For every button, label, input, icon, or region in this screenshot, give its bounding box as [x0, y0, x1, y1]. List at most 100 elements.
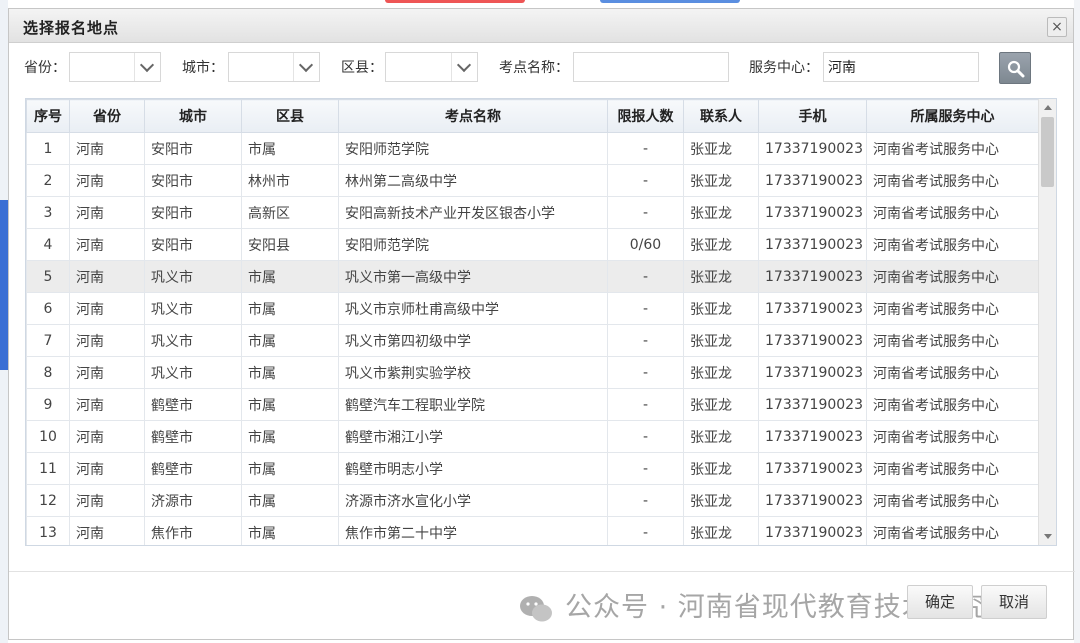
column-header[interactable]: 联系人: [683, 99, 759, 133]
wechat-icon: [520, 595, 552, 621]
table-row[interactable]: 6 河南 巩义市 市属 巩义市京师杜甫高级中学 - 张亚龙 17337190023 河南省考试服…: [26, 292, 1039, 325]
column-header[interactable]: 考点名称: [338, 99, 608, 133]
column-header[interactable]: 手机: [758, 99, 867, 133]
table-cell: 市属: [241, 292, 339, 325]
table-cell: -: [607, 420, 684, 453]
table-cell: 河南省考试服务中心: [866, 132, 1039, 165]
table-cell: -: [607, 132, 684, 165]
table-cell: 0/60: [607, 228, 684, 261]
table-cell: 巩义市: [144, 324, 242, 357]
table-cell: 河南: [69, 164, 145, 197]
column-header[interactable]: 省份: [69, 99, 145, 133]
scroll-down-arrow-icon[interactable]: [1039, 529, 1056, 545]
column-header[interactable]: 限报人数: [607, 99, 684, 133]
table-cell: 河南省考试服务中心: [866, 260, 1039, 293]
table-row[interactable]: 11 河南 鹤壁市 市属 鹤壁市明志小学 - 张亚龙 17337190023 河南省考试服务中心: [26, 452, 1039, 485]
table-cell: 河南: [69, 484, 145, 517]
table-cell: 河南: [69, 356, 145, 389]
table-cell: 河南: [69, 260, 145, 293]
dialog-header: 选择报名地点 ×: [9, 9, 1073, 43]
scroll-up-arrow-icon[interactable]: [1039, 99, 1056, 115]
table-cell: 市属: [241, 388, 339, 421]
table-cell: 巩义市京师杜甫高级中学: [338, 292, 608, 325]
cancel-button[interactable]: 取消: [981, 585, 1047, 619]
table-cell: 17337190023: [758, 516, 867, 545]
exam-site-table: 序号 省份 城市 区县 考点名称 限报人数 联系人 手机 所属服务中心 1 河南 安阳市 市属 安阳师范…: [26, 99, 1039, 545]
table-row[interactable]: 10 河南 鹤壁市 市属 鹤壁市湘江小学 - 张亚龙 17337190023 河南省考试服务中心: [26, 420, 1039, 453]
table-cell: 张亚龙: [683, 452, 759, 485]
table-cell: 焦作市: [144, 516, 242, 545]
table-cell: 鹤壁市: [144, 452, 242, 485]
filter-bar: 省份： 城市： 区县： 考点名称： 服务中心：: [9, 51, 1075, 87]
table-row[interactable]: 5 河南 巩义市 市属 巩义市第一高级中学 - 张亚龙 17337190023 河南省考试服务中…: [26, 260, 1039, 293]
table-cell: -: [607, 452, 684, 485]
table-cell: 安阳市: [144, 164, 242, 197]
table-cell: 张亚龙: [683, 420, 759, 453]
exam-site-grid: 序号 省份 城市 区县 考点名称 限报人数 联系人 手机 所属服务中心 1 河南 安阳市 市属 安阳师范…: [25, 98, 1057, 546]
city-select[interactable]: [228, 52, 320, 82]
table-cell: 市属: [241, 260, 339, 293]
table-cell: 河南省考试服务中心: [866, 228, 1039, 261]
table-cell: 河南: [69, 516, 145, 545]
column-header[interactable]: 序号: [26, 99, 70, 133]
vertical-scrollbar[interactable]: [1038, 99, 1056, 545]
table-cell: 3: [26, 196, 70, 229]
column-header[interactable]: 区县: [241, 99, 339, 133]
footer-divider: [9, 571, 1075, 572]
table-cell: 10: [26, 420, 70, 453]
table-cell: 张亚龙: [683, 484, 759, 517]
table-row[interactable]: 9 河南 鹤壁市 市属 鹤壁汽车工程职业学院 - 张亚龙 17337190023 河南省考试服务…: [26, 388, 1039, 421]
service-center-input[interactable]: [823, 52, 979, 82]
table-cell: 高新区: [241, 196, 339, 229]
table-row[interactable]: 13 河南 焦作市 市属 焦作市第二十中学 - 张亚龙 17337190023 河南省考试服务中…: [26, 516, 1039, 545]
column-header[interactable]: 城市: [144, 99, 242, 133]
table-cell: 17337190023: [758, 324, 867, 357]
table-cell: 巩义市: [144, 292, 242, 325]
table-row[interactable]: 7 河南 巩义市 市属 巩义市第四初级中学 - 张亚龙 17337190023 河南省考试服务中…: [26, 324, 1039, 357]
table-cell: 河南: [69, 228, 145, 261]
background-blue-panel: [0, 200, 8, 370]
table-cell: 安阳师范学院: [338, 132, 608, 165]
table-row[interactable]: 12 河南 济源市 市属 济源市济水宣化小学 - 张亚龙 17337190023 河南省考试服务…: [26, 484, 1039, 517]
table-row[interactable]: 4 河南 安阳市 安阳县 安阳师范学院 0/60 张亚龙 17337190023 河南省考试服务…: [26, 228, 1039, 261]
table-row[interactable]: 8 河南 巩义市 市属 巩义市紫荆实验学校 - 张亚龙 17337190023 河南省考试服务中…: [26, 356, 1039, 389]
table-cell: 市属: [241, 452, 339, 485]
service-center-label: 服务中心：: [749, 60, 819, 76]
select-registration-site-dialog: 选择报名地点 × 省份： 城市： 区县： 考点名称： 服务中心： 序号省份城市区…: [8, 8, 1075, 640]
table-cell: 张亚龙: [683, 260, 759, 293]
table-cell: 济源市: [144, 484, 242, 517]
table-row[interactable]: 3 河南 安阳市 高新区 安阳高新技术产业开发区银杏小学 - 张亚龙 17337190023 河…: [26, 196, 1039, 229]
table-cell: 张亚龙: [683, 132, 759, 165]
table-cell: 河南省考试服务中心: [866, 324, 1039, 357]
table-cell: 河南: [69, 452, 145, 485]
table-cell: 张亚龙: [683, 164, 759, 197]
scrollbar-thumb[interactable]: [1041, 117, 1054, 187]
table-cell: 9: [26, 388, 70, 421]
exam-site-input[interactable]: [573, 52, 729, 82]
table-cell: 7: [26, 324, 70, 357]
table-cell: 2: [26, 164, 70, 197]
table-cell: 张亚龙: [683, 196, 759, 229]
table-cell: 巩义市第四初级中学: [338, 324, 608, 357]
table-cell: 河南: [69, 132, 145, 165]
table-header-row: 序号 省份 城市 区县 考点名称 限报人数 联系人 手机 所属服务中心: [26, 99, 1039, 133]
table-row[interactable]: 1 河南 安阳市 市属 安阳师范学院 - 张亚龙 17337190023 河南省考试服务中心: [26, 132, 1039, 165]
table-cell: 河南省考试服务中心: [866, 452, 1039, 485]
close-button[interactable]: ×: [1047, 17, 1067, 37]
table-cell: 河南省考试服务中心: [866, 356, 1039, 389]
column-header[interactable]: 所属服务中心: [866, 99, 1039, 133]
table-cell: 17337190023: [758, 452, 867, 485]
province-select[interactable]: [69, 52, 161, 82]
background-page-left: [0, 0, 8, 643]
table-cell: -: [607, 324, 684, 357]
district-select[interactable]: [385, 52, 478, 82]
confirm-button[interactable]: 确定: [907, 585, 973, 619]
table-row[interactable]: 2 河南 安阳市 林州市 林州第二高级中学 - 张亚龙 17337190023 河南省考试服务中…: [26, 164, 1039, 197]
table-cell: 1: [26, 132, 70, 165]
table-cell: -: [607, 356, 684, 389]
search-button[interactable]: [999, 52, 1031, 84]
table-cell: 17337190023: [758, 260, 867, 293]
table-cell: 河南省考试服务中心: [866, 388, 1039, 421]
table-cell: 林州第二高级中学: [338, 164, 608, 197]
table-cell: 张亚龙: [683, 228, 759, 261]
